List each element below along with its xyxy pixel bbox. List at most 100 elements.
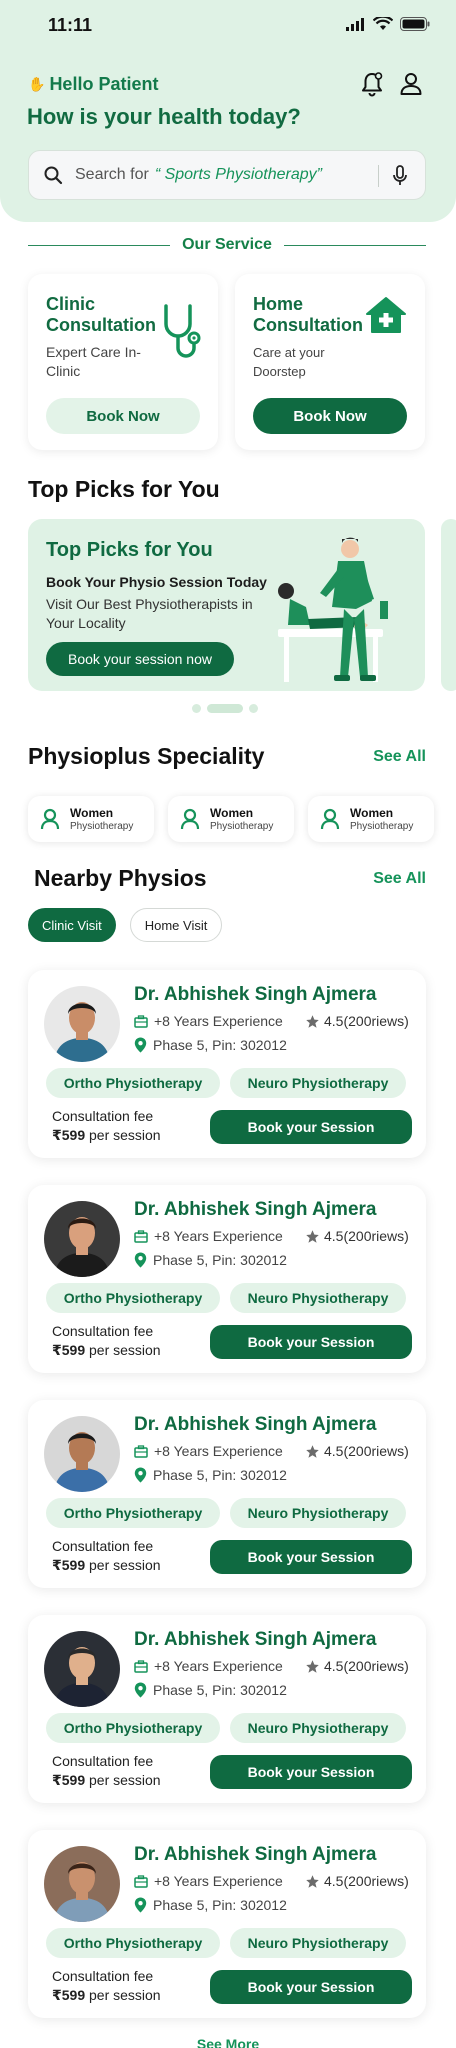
- doctor-avatar: [44, 1416, 120, 1492]
- doctor-name[interactable]: Dr. Abhishek Singh Ajmera: [134, 1414, 376, 1436]
- speciality-chip-title: Women: [70, 805, 114, 820]
- briefcase-icon: [134, 1014, 148, 1028]
- clinic-consultation-card[interactable]: Clinic Consultation Expert Care In-Clini…: [28, 274, 218, 450]
- doctor-location: Phase 5, Pin: 302012: [134, 1467, 287, 1483]
- experience-text: +8 Years Experience: [154, 1228, 283, 1244]
- carousel-indicator: [192, 704, 258, 713]
- fee-suffix: per session: [89, 1127, 161, 1143]
- search-divider: [378, 165, 379, 187]
- speciality-chip[interactable]: Women Physiotherapy: [308, 796, 434, 842]
- doctor-card[interactable]: Dr. Abhishek Singh Ajmera +8 Years Experi…: [28, 970, 426, 1158]
- doctor-name[interactable]: Dr. Abhishek Singh Ajmera: [134, 1199, 376, 1221]
- service-title: Home Consultation: [253, 294, 363, 335]
- top-picks-banner[interactable]: Top Picks for You Book Your Physio Sessi…: [28, 519, 425, 691]
- book-session-now-button[interactable]: Book your session now: [46, 642, 234, 676]
- banner-description: Visit Our Best Physiotherapists in Your …: [46, 596, 253, 631]
- doctor-name[interactable]: Dr. Abhishek Singh Ajmera: [134, 984, 376, 1006]
- see-more-link[interactable]: See More: [0, 2036, 456, 2048]
- service-description: Expert Care In-Clinic: [46, 344, 141, 379]
- star-icon: [306, 1444, 319, 1458]
- clinic-book-now-button[interactable]: Book Now: [46, 398, 200, 434]
- book-session-button[interactable]: Book your Session: [210, 1540, 412, 1574]
- speciality-chip[interactable]: Women Physiotherapy: [28, 796, 154, 842]
- search-highlight: “ Sports Physiotherapy”: [154, 166, 322, 183]
- person-icon: [180, 808, 200, 830]
- bell-icon[interactable]: [358, 70, 386, 98]
- briefcase-icon: [134, 1659, 148, 1673]
- speciality-title: Physioplus Speciality: [28, 743, 265, 769]
- rating-text: 4.5(200riews): [324, 1873, 409, 1889]
- specialty-tag: Ortho Physiotherapy: [46, 1928, 220, 1958]
- nearby-see-all-link[interactable]: See All: [373, 870, 426, 888]
- star-icon: [306, 1659, 319, 1673]
- search-icon: [44, 166, 63, 185]
- book-session-button[interactable]: Book your Session: [210, 1755, 412, 1789]
- next-banner-peek[interactable]: [441, 519, 456, 691]
- fee-amount: ₹599: [52, 1772, 86, 1788]
- doctor-name[interactable]: Dr. Abhishek Singh Ajmera: [134, 1844, 376, 1866]
- doctor-card[interactable]: Dr. Abhishek Singh Ajmera +8 Years Experi…: [28, 1185, 426, 1373]
- book-session-button[interactable]: Book your Session: [210, 1325, 412, 1359]
- home-consultation-card[interactable]: Home Consultation Care at your Doorstep …: [235, 274, 425, 450]
- speciality-chip-title: Women: [210, 805, 254, 820]
- rating-text: 4.5(200riews): [324, 1228, 409, 1244]
- doctor-card[interactable]: Dr. Abhishek Singh Ajmera +8 Years Experi…: [28, 1615, 426, 1803]
- carousel-dot[interactable]: [192, 704, 201, 713]
- greeting-text: Hello Patient: [49, 74, 159, 94]
- location-pin-icon: [134, 1037, 147, 1053]
- doctor-card[interactable]: Dr. Abhishek Singh Ajmera +8 Years Experi…: [28, 1400, 426, 1588]
- carousel-dot[interactable]: [249, 704, 258, 713]
- service-title: Clinic Consultation: [46, 294, 156, 335]
- doctor-rating: 4.5(200riews): [305, 1873, 409, 1889]
- search-input[interactable]: Search for “ Sports Physiotherapy”: [28, 150, 426, 200]
- home-book-now-button[interactable]: Book Now: [253, 398, 407, 434]
- carousel-dot-active[interactable]: [207, 704, 243, 713]
- experience-text: +8 Years Experience: [154, 1013, 283, 1029]
- star-icon: [306, 1229, 319, 1243]
- rating-text: 4.5(200riews): [324, 1013, 409, 1029]
- experience-text: +8 Years Experience: [154, 1658, 283, 1674]
- specialty-tag: Neuro Physiotherapy: [230, 1928, 406, 1958]
- fee-label: Consultation fee: [52, 1968, 154, 1984]
- page-subtitle: How is your health today?: [27, 104, 301, 129]
- fee-value: ₹599 per session: [52, 1557, 161, 1574]
- fee-label: Consultation fee: [52, 1753, 154, 1769]
- tab-home-visit[interactable]: Home Visit: [129, 908, 223, 942]
- doctor-experience: +8 Years Experience: [134, 1013, 283, 1029]
- location-pin-icon: [134, 1682, 147, 1698]
- tab-clinic-visit[interactable]: Clinic Visit: [28, 908, 116, 942]
- speciality-chip-subtitle: Physiotherapy: [210, 820, 274, 832]
- specialty-tag: Ortho Physiotherapy: [46, 1498, 220, 1528]
- banner-title: Top Picks for You: [46, 539, 213, 561]
- divider-line: [28, 244, 171, 246]
- doctor-avatar: [44, 1846, 120, 1922]
- doctor-experience: +8 Years Experience: [134, 1873, 283, 1889]
- book-session-button[interactable]: Book your Session: [210, 1110, 412, 1144]
- doctor-location: Phase 5, Pin: 302012: [134, 1897, 287, 1913]
- mic-icon[interactable]: [391, 165, 409, 187]
- specialty-tag: Ortho Physiotherapy: [46, 1713, 220, 1743]
- doctor-rating: 4.5(200riews): [305, 1443, 409, 1459]
- doctor-card[interactable]: Dr. Abhishek Singh Ajmera +8 Years Experi…: [28, 1830, 426, 2018]
- location-pin-icon: [134, 1467, 147, 1483]
- speciality-see-all-link[interactable]: See All: [373, 748, 426, 766]
- top-picks-title: Top Picks for You: [28, 476, 220, 502]
- doctor-avatar: [44, 986, 120, 1062]
- doctor-rating: 4.5(200riews): [305, 1228, 409, 1244]
- profile-icon[interactable]: [397, 70, 425, 98]
- book-session-button[interactable]: Book your Session: [210, 1970, 412, 2004]
- fee-suffix: per session: [89, 1772, 161, 1788]
- our-service-divider: Our Service: [28, 235, 427, 255]
- our-service-label: Our Service: [182, 236, 272, 253]
- doctor-name[interactable]: Dr. Abhishek Singh Ajmera: [134, 1629, 376, 1651]
- speciality-chip[interactable]: Women Physiotherapy: [168, 796, 294, 842]
- specialty-tag: Neuro Physiotherapy: [230, 1498, 406, 1528]
- briefcase-icon: [134, 1444, 148, 1458]
- rating-text: 4.5(200riews): [324, 1443, 409, 1459]
- star-icon: [306, 1014, 319, 1028]
- experience-text: +8 Years Experience: [154, 1443, 283, 1459]
- wifi-icon: [373, 17, 393, 30]
- specialty-tag: Neuro Physiotherapy: [230, 1713, 406, 1743]
- physiotherapy-illustration: [278, 537, 388, 682]
- search-prefix: Search for: [75, 166, 149, 183]
